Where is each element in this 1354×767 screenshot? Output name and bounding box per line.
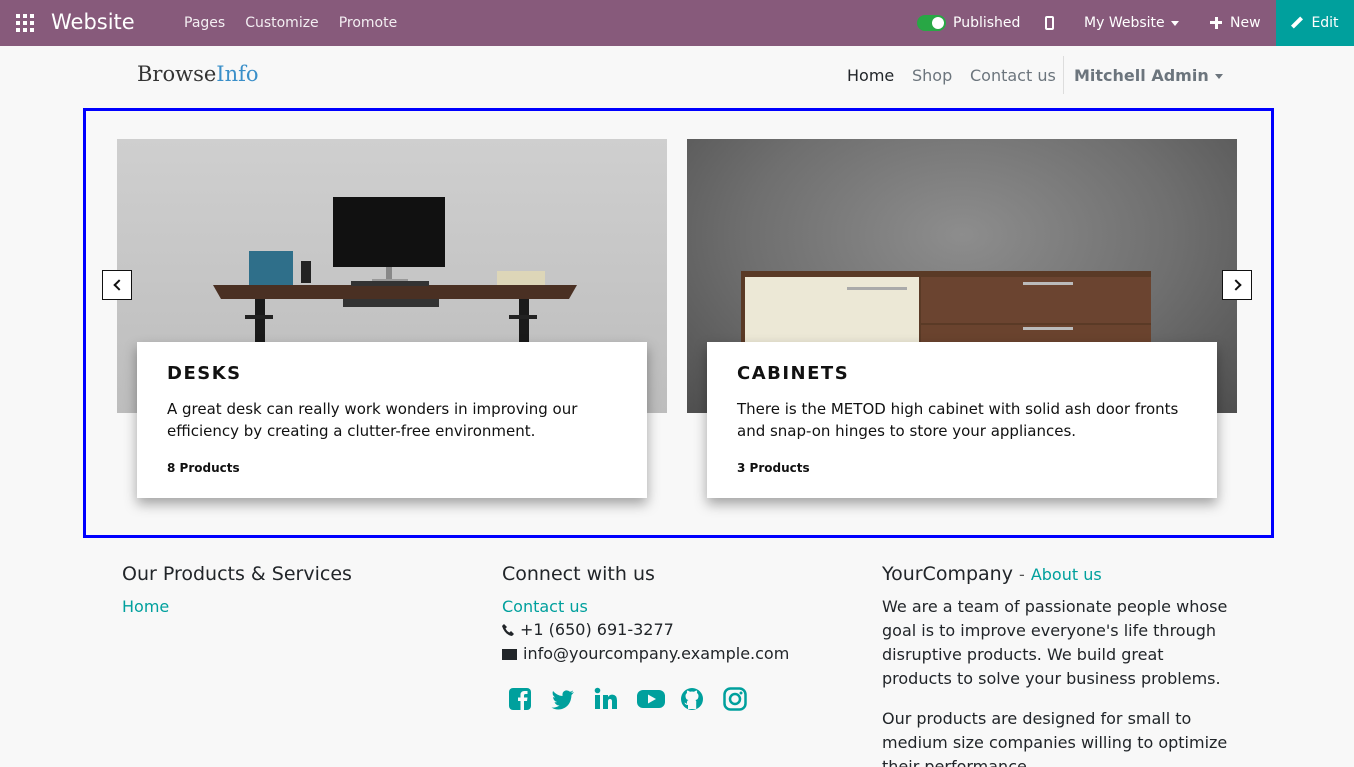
desks-card[interactable]: DESKS A great desk can really work wonde…	[137, 342, 647, 498]
footer-products-title: Our Products & Services	[122, 563, 352, 585]
app-name[interactable]: Website	[51, 10, 135, 34]
plus-icon[interactable]	[1210, 17, 1222, 29]
card-title: DESKS	[167, 363, 242, 384]
edit-button[interactable]: Edit	[1276, 0, 1354, 46]
card-product-count: 8 Products	[167, 461, 240, 475]
published-toggle[interactable]	[917, 15, 946, 31]
company-name: YourCompany	[882, 563, 1013, 585]
card-description: A great desk can really work wonders in …	[167, 400, 578, 440]
user-name: Mitchell Admin	[1074, 66, 1209, 85]
facebook-icon[interactable]	[508, 687, 532, 711]
edit-label: Edit	[1311, 15, 1339, 31]
card-description: There is the METOD high cabinet with sol…	[737, 400, 1179, 440]
carousel-prev-button[interactable]	[102, 270, 132, 300]
twitter-icon[interactable]	[551, 687, 575, 711]
footer-connect-title: Connect with us	[502, 563, 655, 585]
email-address: info@yourcompany.example.com	[523, 644, 790, 663]
title-separator: -	[1019, 565, 1025, 584]
cabinets-card[interactable]: CABINETS There is the METOD high cabinet…	[707, 342, 1217, 498]
new-button[interactable]: New	[1230, 15, 1261, 31]
logo-text-info: Info	[216, 62, 259, 86]
nav-contact-us[interactable]: Contact us	[970, 66, 1056, 85]
footer-company-title: YourCompany - About us	[882, 563, 1102, 585]
nav-shop[interactable]: Shop	[912, 66, 952, 85]
envelope-icon	[502, 649, 517, 660]
site-logo[interactable]: BrowseInfo	[137, 62, 259, 86]
admin-menu: Pages Customize Promote	[184, 15, 417, 31]
chevron-left-icon	[112, 279, 125, 291]
about-paragraph-2: Our products are designed for small to m…	[882, 709, 1228, 767]
website-switcher-label: My Website	[1084, 15, 1165, 31]
mobile-preview-icon[interactable]	[1045, 16, 1054, 30]
logo-text-browse: Browse	[137, 62, 217, 86]
nav-home[interactable]: Home	[847, 66, 894, 85]
menu-customize[interactable]: Customize	[245, 15, 319, 31]
phone-number: +1 (650) 691-3277	[520, 620, 674, 639]
footer-phone: +1 (650) 691-3277	[502, 620, 674, 639]
carousel-next-button[interactable]	[1222, 270, 1252, 300]
pencil-icon	[1291, 17, 1303, 29]
card-product-count: 3 Products	[737, 461, 810, 475]
nav-divider	[1063, 56, 1064, 94]
footer-contact-link[interactable]: Contact us	[502, 597, 588, 616]
admin-topbar: Website Pages Customize Promote Publishe…	[0, 0, 1354, 46]
about-paragraph-1: We are a team of passionate people whose…	[882, 597, 1228, 688]
menu-pages[interactable]: Pages	[184, 15, 225, 31]
apps-grid-icon[interactable]	[16, 14, 34, 32]
youtube-icon[interactable]	[637, 687, 665, 711]
published-label[interactable]: Published	[953, 15, 1020, 31]
footer-home-link[interactable]: Home	[122, 597, 169, 616]
user-menu[interactable]: Mitchell Admin	[1074, 66, 1223, 85]
card-title: CABINETS	[737, 363, 850, 384]
instagram-icon[interactable]	[723, 687, 747, 711]
chevron-right-icon	[1229, 279, 1242, 291]
github-icon[interactable]	[680, 687, 704, 711]
phone-icon	[502, 624, 514, 636]
menu-promote[interactable]: Promote	[339, 15, 398, 31]
chevron-down-icon	[1214, 74, 1223, 79]
website-switcher[interactable]: My Website	[1084, 15, 1179, 31]
footer-email: info@yourcompany.example.com	[502, 644, 789, 663]
chevron-down-icon	[1170, 20, 1179, 26]
footer-about-link[interactable]: About us	[1031, 565, 1102, 584]
social-links	[508, 687, 766, 711]
linkedin-icon[interactable]	[594, 687, 618, 711]
